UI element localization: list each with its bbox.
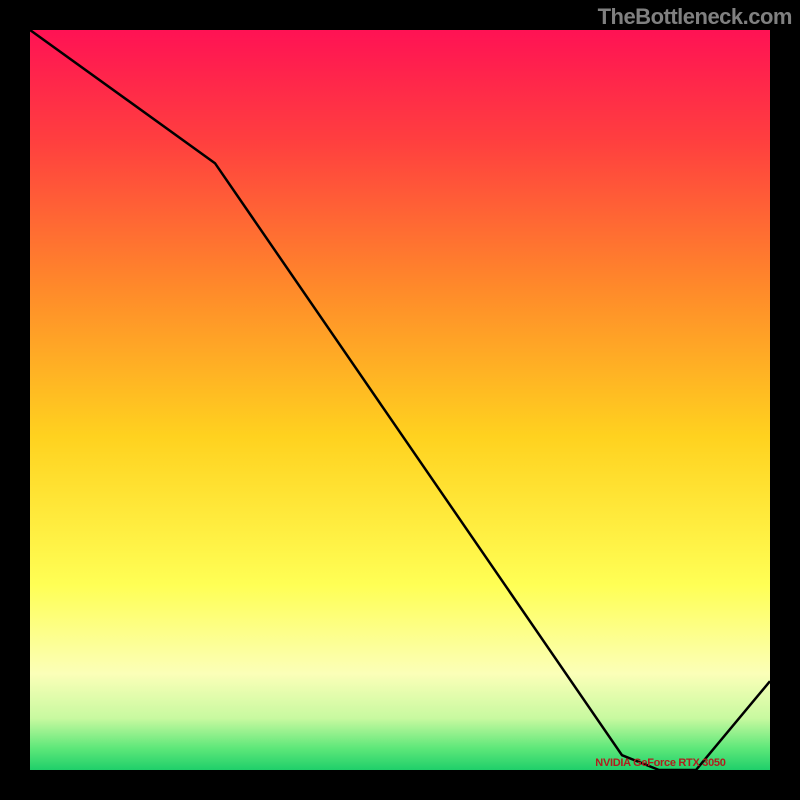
gpu-annotation: NVIDIA GeForce RTX 3050 [595, 757, 725, 769]
plot-area: NVIDIA GeForce RTX 3050 [30, 30, 770, 770]
gradient-background [30, 30, 770, 770]
chart-svg [30, 30, 770, 770]
chart-frame: TheBottleneck.com NVIDIA GeForce RTX 305… [0, 0, 800, 800]
watermark-text: TheBottleneck.com [598, 4, 792, 30]
